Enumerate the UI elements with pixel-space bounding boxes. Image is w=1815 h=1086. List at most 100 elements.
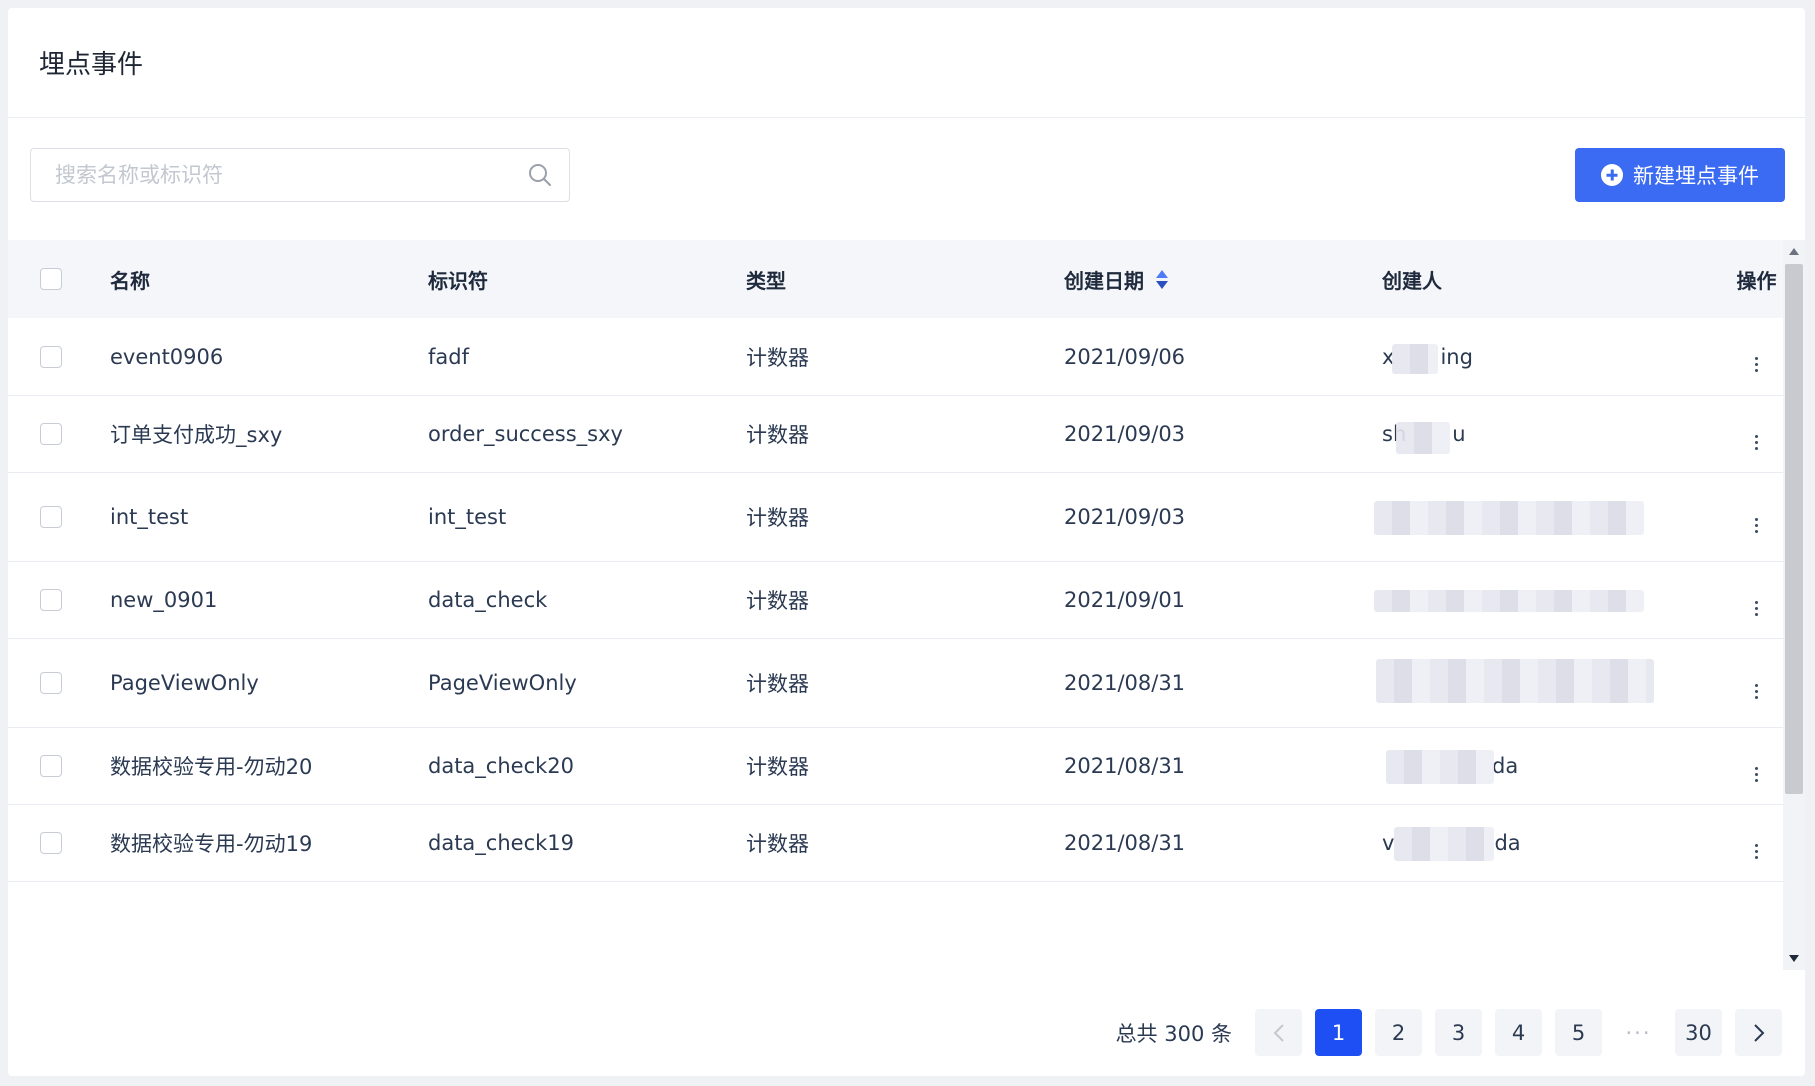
chevron-right-icon: [1753, 1023, 1764, 1042]
redacted-area: [1376, 659, 1654, 703]
events-table: 名称 标识符 类型 创建日期 创建人 操作 event0906 fadf 计数器…: [8, 240, 1783, 882]
table-row: PageViewOnly PageViewOnly 计数器 2021/08/31: [8, 639, 1783, 728]
create-event-button[interactable]: 新建埋点事件: [1575, 148, 1785, 202]
cell-date: 2021/08/31: [1064, 754, 1186, 778]
cell-date: 2021/08/31: [1064, 831, 1186, 855]
search-input[interactable]: [55, 163, 527, 187]
events-card: 埋点事件 新建埋点事件 名称 标识符 类型 创建日期 创建人: [8, 8, 1805, 1076]
table-row: 数据校验专用-勿动19 data_check19 计数器 2021/08/31 …: [8, 805, 1783, 882]
creator-prefix: v: [1382, 831, 1395, 855]
cell-type: 计数器: [746, 423, 809, 447]
cell-name: new_0901: [110, 588, 218, 612]
more-actions-icon[interactable]: [1755, 600, 1758, 616]
page-button-last[interactable]: 30: [1675, 1009, 1722, 1056]
table-header: 名称 标识符 类型 创建日期 创建人 操作: [8, 240, 1783, 318]
cell-type: 计数器: [746, 506, 809, 530]
cell-identifier: PageViewOnly: [428, 671, 577, 695]
row-checkbox[interactable]: [40, 423, 62, 445]
cell-name: 数据校验专用-勿动19: [110, 832, 313, 856]
cell-identifier: data_check: [428, 588, 548, 612]
cell-creator: sh u: [1382, 396, 1700, 472]
cell-creator: da: [1382, 728, 1700, 804]
vertical-scrollbar[interactable]: [1783, 240, 1805, 970]
scroll-down-arrow-icon[interactable]: [1789, 955, 1799, 962]
cell-identifier: data_check19: [428, 831, 575, 855]
page-title: 埋点事件: [39, 50, 144, 80]
cell-type: 计数器: [746, 589, 809, 613]
more-actions-icon[interactable]: [1755, 434, 1758, 450]
cell-date: 2021/08/31: [1064, 671, 1186, 695]
row-checkbox[interactable]: [40, 506, 62, 528]
redacted-area: [1396, 422, 1450, 454]
more-actions-icon[interactable]: [1755, 766, 1758, 782]
cell-date: 2021/09/01: [1064, 588, 1186, 612]
cell-creator: [1376, 639, 1700, 727]
table-container: 名称 标识符 类型 创建日期 创建人 操作 event0906 fadf 计数器…: [8, 240, 1805, 970]
page-button-3[interactable]: 3: [1435, 1009, 1482, 1056]
cell-creator: [1374, 562, 1700, 638]
cell-creator: x ing: [1382, 318, 1700, 395]
page-ellipsis[interactable]: ···: [1615, 1021, 1662, 1045]
creator-suffix: u: [1452, 422, 1466, 446]
creator-suffix: da: [1494, 831, 1521, 855]
scroll-up-arrow-icon[interactable]: [1789, 248, 1799, 255]
cell-date: 2021/09/06: [1064, 344, 1186, 369]
cell-date: 2021/09/03: [1064, 422, 1186, 446]
more-actions-icon[interactable]: [1755, 517, 1758, 533]
more-actions-icon[interactable]: [1755, 683, 1758, 699]
row-checkbox[interactable]: [40, 755, 62, 777]
page-button-5[interactable]: 5: [1555, 1009, 1602, 1056]
column-header-date[interactable]: 创建日期: [1064, 265, 1382, 294]
scroll-thumb[interactable]: [1785, 264, 1803, 794]
row-checkbox[interactable]: [40, 832, 62, 854]
cell-name: event0906: [110, 344, 224, 369]
redacted-area: [1392, 344, 1438, 374]
cell-name: 数据校验专用-勿动20: [110, 755, 313, 779]
redacted-area: [1374, 501, 1644, 535]
table-row: 数据校验专用-勿动20 data_check20 计数器 2021/08/31 …: [8, 728, 1783, 805]
redacted-area: [1386, 750, 1494, 784]
select-all-checkbox[interactable]: [40, 268, 62, 290]
creator-suffix: da: [1492, 754, 1519, 778]
table-row: 订单支付成功_sxy order_success_sxy 计数器 2021/09…: [8, 396, 1783, 473]
column-header-actions: 操作: [1736, 268, 1777, 293]
column-header-name: 名称: [110, 268, 150, 293]
toolbar: 新建埋点事件: [8, 118, 1805, 240]
cell-type: 计数器: [746, 672, 809, 696]
page-button-4[interactable]: 4: [1495, 1009, 1542, 1056]
prev-page-button[interactable]: [1255, 1009, 1302, 1056]
row-checkbox[interactable]: [40, 672, 62, 694]
cell-creator: [1374, 473, 1700, 561]
page-button-2[interactable]: 2: [1375, 1009, 1422, 1056]
next-page-button[interactable]: [1735, 1009, 1782, 1056]
column-header-type: 类型: [746, 268, 786, 293]
cell-name: PageViewOnly: [110, 671, 259, 695]
sort-icon[interactable]: [1156, 269, 1168, 289]
page-header: 埋点事件: [8, 8, 1805, 118]
more-actions-icon[interactable]: [1755, 357, 1758, 372]
cell-type: 计数器: [746, 345, 809, 370]
cell-name: 订单支付成功_sxy: [110, 423, 283, 447]
column-header-identifier: 标识符: [428, 268, 488, 293]
cell-identifier: order_success_sxy: [428, 422, 623, 446]
cell-identifier: fadf: [428, 344, 469, 369]
cell-name: int_test: [110, 505, 189, 529]
total-count: 总共 300 条: [1115, 1021, 1232, 1046]
create-event-label: 新建埋点事件: [1633, 164, 1759, 188]
cell-creator: v da: [1382, 805, 1700, 881]
more-actions-icon[interactable]: [1755, 843, 1758, 859]
plus-circle-icon: [1601, 164, 1623, 186]
cell-date: 2021/09/03: [1064, 505, 1186, 529]
table-row: int_test int_test 计数器 2021/09/03: [8, 473, 1783, 562]
table-row: new_0901 data_check 计数器 2021/09/01: [8, 562, 1783, 639]
row-checkbox[interactable]: [40, 589, 62, 611]
table-row: event0906 fadf 计数器 2021/09/06 x ing: [8, 318, 1783, 396]
row-checkbox[interactable]: [40, 345, 62, 368]
cell-identifier: int_test: [428, 505, 507, 529]
cell-type: 计数器: [746, 832, 809, 856]
creator-suffix: ing: [1440, 344, 1473, 369]
search-box[interactable]: [30, 148, 570, 202]
page-button-1[interactable]: 1: [1315, 1009, 1362, 1056]
search-icon[interactable]: [527, 162, 553, 188]
column-header-date-label: 创建日期: [1064, 268, 1144, 293]
